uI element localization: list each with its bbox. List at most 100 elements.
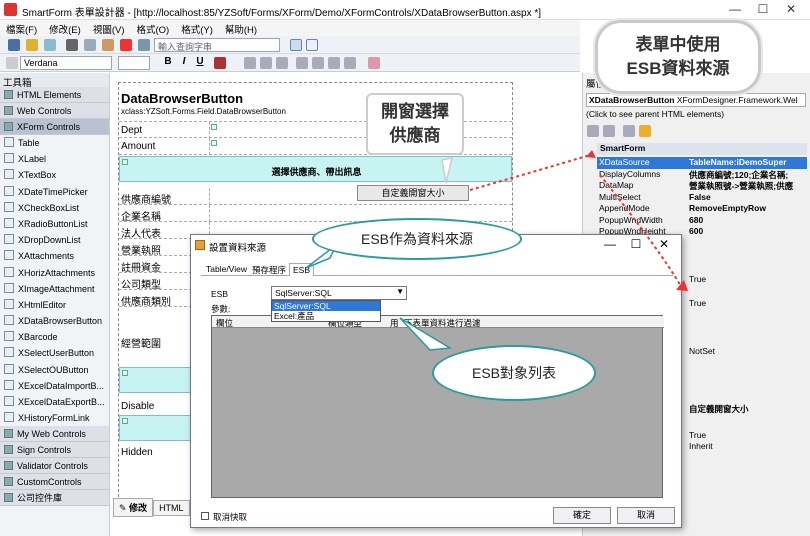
open-icon[interactable]	[26, 39, 38, 51]
tab-stored-procedure[interactable]: 預存程序	[249, 263, 289, 277]
properties-icon[interactable]	[623, 125, 635, 137]
preview-icon[interactable]	[44, 39, 56, 51]
property-row[interactable]: DisplayColumns 供應商編號;120;企業名稱;	[597, 169, 807, 181]
toolbox-item[interactable]: XDateTimePicker	[0, 184, 109, 200]
events-icon[interactable]	[639, 125, 651, 137]
plus-icon	[4, 106, 13, 115]
dropdown-option[interactable]: Excel:產品	[272, 311, 380, 321]
cut-icon[interactable]	[66, 39, 78, 51]
window-titlebar: SmartForm 表單設計器 - [http://localhost:85/Y…	[0, 0, 810, 20]
property-row[interactable]: XDataSource TableName:iDemoSuper	[597, 157, 807, 169]
dialog-close-icon[interactable]: ✕	[651, 237, 677, 251]
ok-button[interactable]: 確定	[553, 507, 611, 524]
cancel-cache-checkbox[interactable]	[201, 512, 209, 520]
callout-esb-list: ESB對象列表	[432, 345, 596, 401]
table-icon[interactable]	[306, 39, 318, 51]
property-row[interactable]: AppendMode RemoveEmptyRow	[597, 203, 807, 215]
toolbox-item[interactable]: XLabel	[0, 151, 109, 167]
toolbox-item[interactable]: XSelectOUButton	[0, 362, 109, 378]
toolbox-item[interactable]: XHorizAttachments	[0, 265, 109, 281]
toolbox-category[interactable]: Web Controls	[0, 103, 109, 119]
esb-select[interactable]: SqlServer:SQL ▼	[271, 286, 407, 300]
paste-icon[interactable]	[102, 39, 114, 51]
dialog-maximize-icon[interactable]: ☐	[623, 237, 649, 251]
bold-button[interactable]: B	[162, 56, 174, 67]
italic-button[interactable]: I	[178, 56, 190, 67]
toolbox-category[interactable]: CustomControls	[0, 474, 109, 491]
search-input[interactable]: 輸入查詢字串	[154, 38, 280, 52]
parent-hint[interactable]: (Click to see parent HTML elements)	[586, 109, 806, 121]
toolbox-item[interactable]: XCheckBoxList	[0, 200, 109, 216]
align-center-icon[interactable]	[260, 57, 272, 69]
toolbox-item[interactable]: XExcelDataExportB...	[0, 394, 109, 410]
callout-esb-source: ESB作為資料來源	[312, 218, 522, 260]
font-size-select[interactable]	[118, 56, 150, 70]
dialog-minimize-icon[interactable]: —	[597, 237, 623, 251]
toolbox-item[interactable]: XExcelDataImportB...	[0, 378, 109, 394]
save-icon[interactable]	[8, 39, 20, 51]
callout-cloud: 表單中使用 ESB資料來源	[595, 20, 761, 94]
callout-popup: 開窗選擇 供應商	[366, 93, 464, 155]
data-browser-button[interactable]: 自定義開窗大小	[357, 185, 469, 201]
control-icon	[4, 298, 14, 309]
paragraph-icon[interactable]	[6, 57, 18, 69]
outdent-icon[interactable]	[344, 57, 356, 69]
alphabetical-icon[interactable]	[603, 125, 615, 137]
toolbox-item[interactable]: XAttachments	[0, 248, 109, 264]
toolbox-item[interactable]: XTextBox	[0, 167, 109, 183]
control-icon	[4, 169, 14, 180]
esb-dropdown-list[interactable]: SqlServer:SQL Excel:產品	[271, 300, 381, 322]
numbered-list-icon[interactable]	[312, 57, 324, 69]
copy-icon[interactable]	[84, 39, 96, 51]
toolbox-item[interactable]: XHtmlEditor	[0, 297, 109, 313]
toolbox-item[interactable]: XImageAttachment	[0, 281, 109, 297]
property-row[interactable]: PopupWndWidth 680	[597, 215, 807, 227]
close-icon[interactable]: ✕	[778, 2, 804, 17]
minimize-icon[interactable]: —	[722, 2, 748, 17]
menu-bar: 檔案(F) 修改(E) 視圖(V) 格式(O) 格式(Y) 幫助(H)	[0, 20, 580, 36]
color-icon[interactable]	[214, 57, 226, 69]
undo-icon[interactable]	[138, 39, 150, 51]
tab-esb[interactable]: ESB	[289, 263, 315, 276]
toolbox-category[interactable]: Sign Controls	[0, 442, 109, 459]
maximize-icon[interactable]: ☐	[750, 2, 776, 17]
indent-icon[interactable]	[328, 57, 340, 69]
cancel-button[interactable]: 取消	[617, 507, 675, 524]
grid-icon[interactable]	[290, 39, 302, 51]
control-icon	[4, 217, 14, 228]
tab-design[interactable]: ✎ 修改	[113, 498, 154, 517]
object-select[interactable]: XDataBrowserButton XFormDesigner.Framewo…	[586, 93, 806, 107]
list-icon[interactable]	[296, 57, 308, 69]
toolbox-category[interactable]: XForm Controls	[0, 119, 109, 135]
tab-table-view[interactable]: Table/View	[203, 263, 250, 275]
toolbox-item[interactable]: XBarcode	[0, 329, 109, 345]
toolbox-item[interactable]: XSelectUserButton	[0, 345, 109, 361]
toolbox-item[interactable]: XDataBrowserButton	[0, 313, 109, 329]
align-left-icon[interactable]	[244, 57, 256, 69]
app-icon	[4, 3, 17, 16]
property-row[interactable]: DataMap 營業執照號->營業執照;供應	[597, 180, 807, 192]
toolbox-category[interactable]: HTML Elements	[0, 87, 109, 103]
dropdown-option[interactable]: SqlServer:SQL	[272, 301, 380, 311]
toolbox-item[interactable]: XDropDownList	[0, 232, 109, 248]
delete-icon[interactable]	[120, 39, 132, 51]
param-grid[interactable]: 欄位 欄位類型 用 下表單資料進行過濾	[211, 315, 664, 498]
toolbox-item[interactable]: Table	[0, 135, 109, 151]
toolbox-category[interactable]: 公司控件庫	[0, 490, 109, 507]
underline-button[interactable]: U	[194, 56, 206, 67]
control-icon	[4, 282, 14, 293]
property-row[interactable]: MultiSelect False	[597, 192, 807, 204]
control-icon	[4, 137, 14, 147]
toolbox-category[interactable]: Validator Controls	[0, 458, 109, 475]
toolbox-item[interactable]: XRadioButtonList	[0, 216, 109, 232]
align-right-icon[interactable]	[276, 57, 288, 69]
header-band[interactable]: 選擇供應商、帶出訊息	[119, 156, 512, 182]
format-toolbar: Verdana B I U	[0, 54, 580, 72]
categorized-icon[interactable]	[587, 125, 599, 137]
tab-html[interactable]: HTML	[153, 500, 190, 516]
property-group[interactable]: SmartForm	[597, 143, 807, 155]
toolbox-category[interactable]: My Web Controls	[0, 426, 109, 443]
font-select[interactable]: Verdana	[20, 56, 112, 70]
toolbox-item[interactable]: XHistoryFormLink	[0, 410, 109, 426]
eraser-icon[interactable]	[368, 57, 380, 69]
